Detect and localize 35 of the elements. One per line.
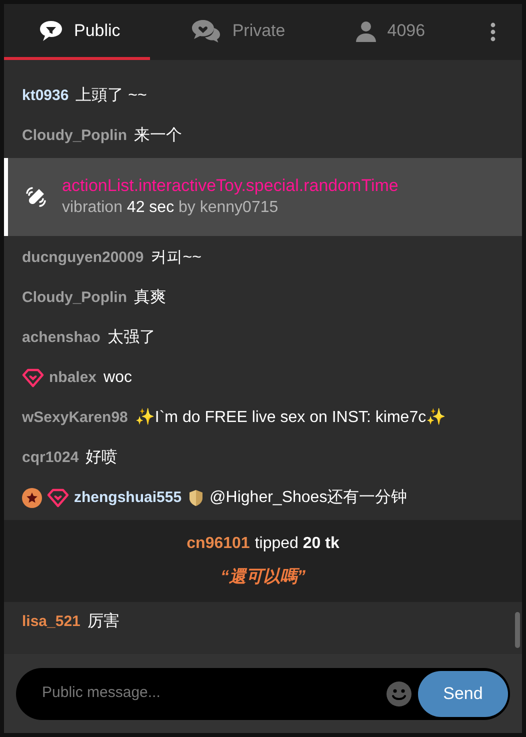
username[interactable]: cqr1024: [22, 447, 79, 469]
action-detail: vibration 42 sec by kenny0715: [62, 198, 280, 218]
vibrating-toy-icon: [24, 185, 48, 209]
username[interactable]: achenshao: [22, 327, 100, 349]
message-input[interactable]: Public message... Send: [16, 668, 510, 720]
message-text: @Higher_Shoes还有一分钟: [210, 488, 408, 508]
message-text: 真爽: [134, 288, 166, 308]
message-text: 太强了: [107, 328, 156, 348]
message-text: 来一个: [134, 126, 182, 146]
speech-bubbles-icon: [190, 18, 222, 42]
message-text: woc: [104, 368, 132, 388]
message-text: 커피~~: [150, 248, 202, 268]
chat-tab[interactable]: 4096: [325, 4, 456, 60]
tip-text: cn96101 tipped 20 tk: [186, 534, 340, 554]
person-icon: [355, 20, 378, 42]
tip-note: “還可以嗎”: [220, 566, 306, 588]
username[interactable]: nbalex: [49, 367, 97, 389]
message-text: 厉害: [87, 612, 120, 632]
action-title: actionList.interactiveToy.special.randomTime: [62, 175, 398, 197]
username[interactable]: Cloudy_Poplin: [22, 125, 127, 147]
message-text: 好喷: [86, 448, 118, 468]
send-button[interactable]: Send: [418, 670, 508, 716]
username[interactable]: zhengshuai555: [74, 487, 182, 509]
message-text: ✨I`m do FREE live sex on INST: kime7c✨: [134, 407, 446, 428]
smiley-icon[interactable]: [386, 680, 412, 706]
message-text: 上頭了 ~~: [76, 86, 147, 106]
username[interactable]: ducnguyen20009: [22, 247, 144, 269]
username[interactable]: kt0936: [22, 85, 69, 107]
chat-tab[interactable]: Private: [160, 4, 316, 60]
username[interactable]: lisa_521: [22, 610, 80, 632]
chat-bubble-icon: [38, 18, 64, 42]
username[interactable]: Cloudy_Poplin: [22, 287, 127, 309]
scrollbar-thumb[interactable]: [515, 612, 520, 648]
more-menu-icon[interactable]: [490, 22, 496, 42]
username[interactable]: wSexyKaren98: [22, 407, 128, 429]
